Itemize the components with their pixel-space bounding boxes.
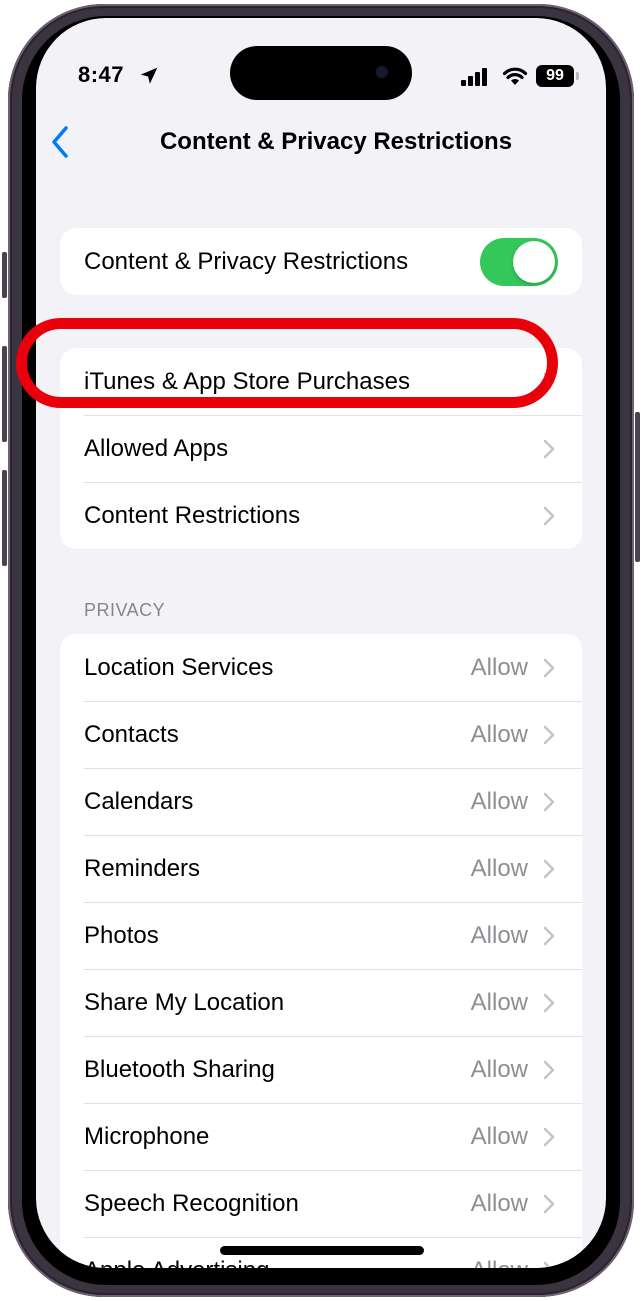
row-label: Microphone [84, 1122, 210, 1150]
row-label: Share My Location [84, 988, 285, 1016]
bluetooth-sharing-row[interactable]: Bluetooth Sharing Allow [60, 1036, 582, 1103]
row-label: Calendars [84, 787, 194, 815]
chevron-right-icon [543, 506, 555, 525]
content-restrictions-row[interactable]: Content Restrictions [60, 482, 582, 549]
status-bar: 8:47 99 [36, 18, 606, 118]
battery-indicator: 99 [536, 65, 574, 87]
master-toggle-group: Content & Privacy Restrictions [60, 228, 582, 295]
microphone-row[interactable]: Microphone Allow [60, 1103, 582, 1170]
row-value: Allow [470, 1122, 528, 1150]
location-services-row[interactable]: Location Services Allow [60, 634, 582, 701]
wifi-icon [502, 67, 528, 85]
reminders-row[interactable]: Reminders Allow [60, 835, 582, 902]
row-value: Allow [470, 653, 528, 681]
row-value: Allow [471, 1257, 528, 1269]
toggle-knob [513, 240, 555, 283]
volume-up-button [2, 346, 7, 442]
chevron-right-icon [543, 859, 555, 878]
battery-cap [576, 72, 579, 80]
page-title: Content & Privacy Restrictions [159, 128, 513, 155]
row-label: Photos [84, 921, 159, 949]
chevron-right-icon [543, 993, 555, 1012]
itunes-app-store-purchases-row[interactable]: iTunes & App Store Purchases [60, 348, 582, 415]
privacy-group: Location Services Allow Contacts Allow Calen… [60, 634, 582, 1268]
row-label: iTunes & App Store Purchases [84, 367, 410, 395]
front-camera [376, 66, 388, 78]
row-value: Allow [470, 921, 528, 949]
power-button [635, 412, 640, 562]
chevron-right-icon [543, 1060, 555, 1079]
calendars-row[interactable]: Calendars Allow [60, 768, 582, 835]
restrictions-group: iTunes & App Store Purchases Allowed App… [60, 348, 582, 549]
row-value: Allow [470, 787, 528, 815]
row-label: Speech Recognition [84, 1189, 299, 1217]
row-label: Contacts [84, 720, 179, 748]
row-value: Allow [470, 1189, 528, 1217]
location-arrow-icon [140, 67, 158, 84]
chevron-right-icon [543, 725, 555, 744]
row-label: Allowed Apps [84, 434, 229, 462]
share-my-location-row[interactable]: Share My Location Allow [60, 969, 582, 1036]
chevron-right-icon [543, 372, 555, 391]
chevron-right-icon [543, 1127, 555, 1146]
screen: 8:47 99 Content & Privacy Restrictions C… [36, 18, 606, 1268]
row-value: Allow [470, 854, 528, 882]
navigation-bar: Content & Privacy Restrictions [36, 118, 606, 168]
cellular-signal-icon [461, 68, 487, 86]
chevron-right-icon [543, 926, 555, 945]
row-value: Allow [470, 720, 528, 748]
action-button [2, 252, 7, 298]
row-value: Allow [470, 1055, 528, 1083]
privacy-section-header: PRIVACY [84, 600, 166, 620]
content-privacy-toggle-row: Content & Privacy Restrictions [60, 228, 582, 295]
content-privacy-toggle[interactable] [480, 237, 558, 286]
toggle-label: Content & Privacy Restrictions [84, 247, 409, 275]
allowed-apps-row[interactable]: Allowed Apps [60, 415, 582, 482]
home-indicator[interactable] [220, 1246, 424, 1255]
row-label: Apple Advertising [84, 1257, 471, 1269]
speech-recognition-row[interactable]: Speech Recognition Allow [60, 1170, 582, 1237]
row-value: Allow [470, 988, 528, 1016]
row-label: Reminders [84, 854, 201, 882]
volume-down-button [2, 470, 7, 566]
chevron-right-icon [543, 658, 555, 677]
chevron-right-icon [543, 1194, 555, 1213]
contacts-row[interactable]: Contacts Allow [60, 701, 582, 768]
photos-row[interactable]: Photos Allow [60, 902, 582, 969]
chevron-right-icon [543, 439, 555, 458]
chevron-right-icon [543, 1261, 553, 1268]
row-label: Bluetooth Sharing [84, 1055, 275, 1083]
row-label: Location Services [84, 653, 274, 681]
status-time: 8:47 [78, 62, 125, 87]
row-label: Content Restrictions [84, 501, 301, 529]
chevron-right-icon [543, 792, 555, 811]
